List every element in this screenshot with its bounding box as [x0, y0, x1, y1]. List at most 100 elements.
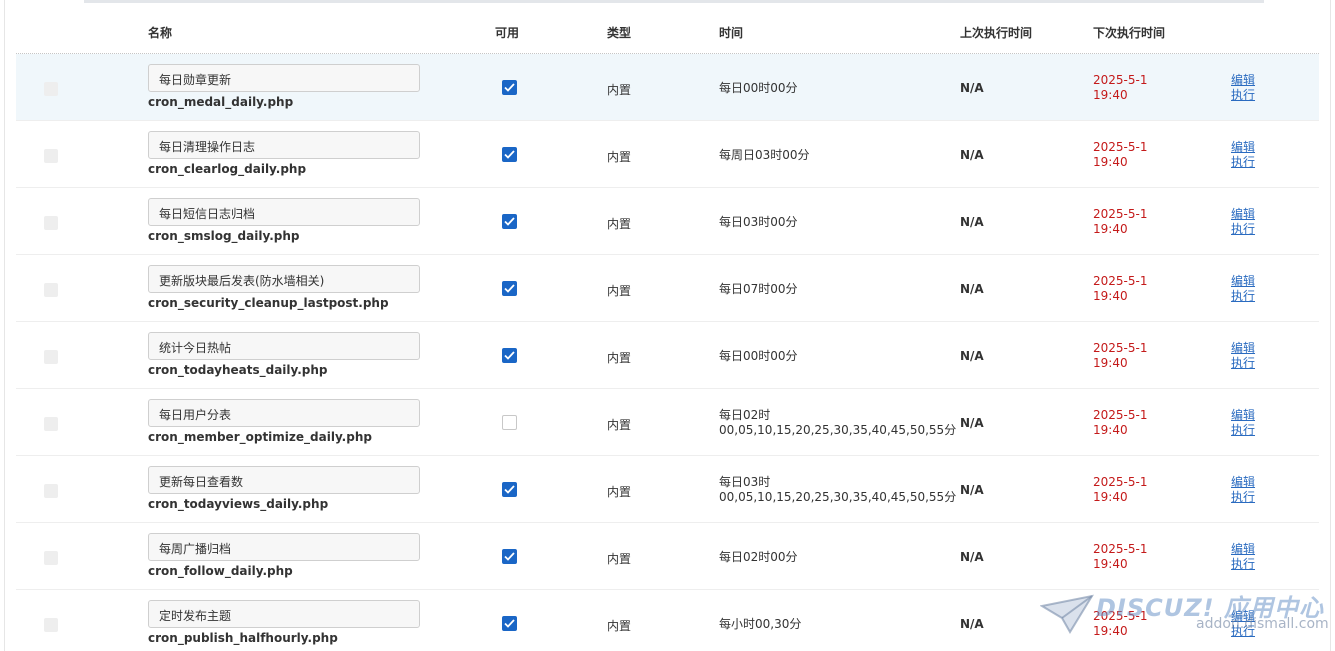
- table-row: 更新版块最后发表(防水墙相关) cron_security_cleanup_la…: [16, 255, 1319, 322]
- available-checkbox[interactable]: [502, 80, 517, 95]
- next-run: 2025-5-1 19:40: [1093, 542, 1147, 572]
- table-row: 每日短信日志归档 cron_smslog_daily.php 内置 每日03时0…: [16, 188, 1319, 255]
- next-run: 2025-5-1 19:40: [1093, 408, 1147, 438]
- cron-time-line: 每日03时00分: [719, 215, 798, 229]
- run-link[interactable]: 执行: [1231, 356, 1255, 371]
- next-run-date: 2025-5-1: [1093, 274, 1148, 288]
- cron-name-input[interactable]: 每日短信日志归档: [148, 198, 420, 226]
- available-checkbox[interactable]: [502, 415, 517, 430]
- next-run-date: 2025-5-1: [1093, 207, 1148, 221]
- available-checkbox[interactable]: [502, 482, 517, 497]
- cron-time-line: 每周日03时00分: [719, 148, 810, 162]
- run-link[interactable]: 执行: [1231, 88, 1255, 103]
- check-icon: [504, 552, 515, 561]
- row-actions: 编辑 执行: [1231, 408, 1255, 438]
- table-row: 统计今日热帖 cron_todayheats_daily.php 内置 每日00…: [16, 322, 1319, 389]
- cron-type: 内置: [607, 150, 632, 164]
- next-run-date: 2025-5-1: [1093, 140, 1148, 154]
- row-select-checkbox[interactable]: [44, 216, 58, 230]
- last-run: N/A: [960, 483, 984, 497]
- row-select-checkbox[interactable]: [44, 618, 58, 632]
- row-actions: 编辑 执行: [1231, 475, 1255, 505]
- table-row: 每日用户分表 cron_member_optimize_daily.php 内置…: [16, 389, 1319, 456]
- edit-link[interactable]: 编辑: [1231, 542, 1255, 557]
- edit-link[interactable]: 编辑: [1231, 609, 1255, 624]
- cron-type: 内置: [607, 552, 632, 566]
- cron-time: 每日03时 00,05,10,15,20,25,30,35,40,45,50,55…: [719, 475, 956, 505]
- next-run: 2025-5-1 19:40: [1093, 341, 1147, 371]
- cron-type: 内置: [607, 351, 632, 365]
- row-select-checkbox[interactable]: [44, 551, 58, 565]
- available-checkbox[interactable]: [502, 147, 517, 162]
- run-link[interactable]: 执行: [1231, 624, 1255, 639]
- last-run: N/A: [960, 215, 984, 229]
- edit-link[interactable]: 编辑: [1231, 73, 1255, 88]
- run-link[interactable]: 执行: [1231, 289, 1255, 304]
- row-select-checkbox[interactable]: [44, 283, 58, 297]
- cron-name-input[interactable]: 更新版块最后发表(防水墙相关): [148, 265, 420, 293]
- check-icon: [504, 619, 515, 628]
- cron-time-line: 每小时00,30分: [719, 617, 802, 631]
- edit-link[interactable]: 编辑: [1231, 207, 1255, 222]
- table-row: 每日清理操作日志 cron_clearlog_daily.php 内置 每周日0…: [16, 121, 1319, 188]
- cron-type: 内置: [607, 418, 632, 432]
- edit-link[interactable]: 编辑: [1231, 475, 1255, 490]
- last-run: N/A: [960, 81, 984, 95]
- last-run: N/A: [960, 617, 984, 631]
- cron-type: 内置: [607, 485, 632, 499]
- top-divider: [84, 0, 1264, 3]
- last-run: N/A: [960, 550, 984, 564]
- available-checkbox[interactable]: [502, 281, 517, 296]
- cron-name-input[interactable]: 每日清理操作日志: [148, 131, 420, 159]
- row-actions: 编辑 执行: [1231, 140, 1255, 170]
- run-link[interactable]: 执行: [1231, 155, 1255, 170]
- cron-time-line: 每日02时: [719, 408, 771, 422]
- available-checkbox[interactable]: [502, 214, 517, 229]
- cron-name-input[interactable]: 每周广播归档: [148, 533, 420, 561]
- row-select-checkbox[interactable]: [44, 417, 58, 431]
- edit-link[interactable]: 编辑: [1231, 274, 1255, 289]
- cron-time: 每日02时00分: [719, 550, 798, 565]
- cron-name-input[interactable]: 统计今日热帖: [148, 332, 420, 360]
- row-select-checkbox[interactable]: [44, 484, 58, 498]
- next-run-time: 19:40: [1093, 289, 1128, 303]
- next-run-date: 2025-5-1: [1093, 609, 1148, 623]
- cron-time-line: 00,05,10,15,20,25,30,35,40,45,50,55分: [719, 423, 957, 437]
- available-checkbox[interactable]: [502, 348, 517, 363]
- header-time: 时间: [719, 26, 744, 40]
- cron-type: 内置: [607, 83, 632, 97]
- cron-table: 名称 可用 类型 时间 上次执行时间 下次执行时间 每日勋章更新 cron_me…: [16, 8, 1319, 651]
- cron-type: 内置: [607, 619, 632, 633]
- cron-type: 内置: [607, 217, 632, 231]
- next-run-time: 19:40: [1093, 155, 1128, 169]
- cron-name-input[interactable]: 每日用户分表: [148, 399, 420, 427]
- edit-link[interactable]: 编辑: [1231, 341, 1255, 356]
- run-link[interactable]: 执行: [1231, 490, 1255, 505]
- row-select-checkbox[interactable]: [44, 149, 58, 163]
- cron-time-line: 每日07时00分: [719, 282, 798, 296]
- cron-filename: cron_todayviews_daily.php: [148, 497, 329, 511]
- check-icon: [504, 150, 515, 159]
- next-run-date: 2025-5-1: [1093, 341, 1148, 355]
- cron-name-input[interactable]: 每日勋章更新: [148, 64, 420, 92]
- available-checkbox[interactable]: [502, 616, 517, 631]
- edit-link[interactable]: 编辑: [1231, 140, 1255, 155]
- cron-page: 名称 可用 类型 时间 上次执行时间 下次执行时间 每日勋章更新 cron_me…: [0, 0, 1335, 651]
- cron-name-input[interactable]: 定时发布主题: [148, 600, 420, 628]
- cron-filename: cron_member_optimize_daily.php: [148, 430, 372, 444]
- row-select-checkbox[interactable]: [44, 82, 58, 96]
- row-select-checkbox[interactable]: [44, 350, 58, 364]
- next-run: 2025-5-1 19:40: [1093, 274, 1147, 304]
- run-link[interactable]: 执行: [1231, 557, 1255, 572]
- cron-time: 每周日03时00分: [719, 148, 810, 163]
- cron-name-input[interactable]: 更新每日查看数: [148, 466, 420, 494]
- table-row: 定时发布主题 cron_publish_halfhourly.php 内置 每小…: [16, 590, 1319, 651]
- check-icon: [504, 485, 515, 494]
- run-link[interactable]: 执行: [1231, 222, 1255, 237]
- edit-link[interactable]: 编辑: [1231, 408, 1255, 423]
- row-actions: 编辑 执行: [1231, 73, 1255, 103]
- run-link[interactable]: 执行: [1231, 423, 1255, 438]
- table-row: 更新每日查看数 cron_todayviews_daily.php 内置 每日0…: [16, 456, 1319, 523]
- available-checkbox[interactable]: [502, 549, 517, 564]
- cron-time-line: 00,05,10,15,20,25,30,35,40,45,50,55分: [719, 490, 957, 504]
